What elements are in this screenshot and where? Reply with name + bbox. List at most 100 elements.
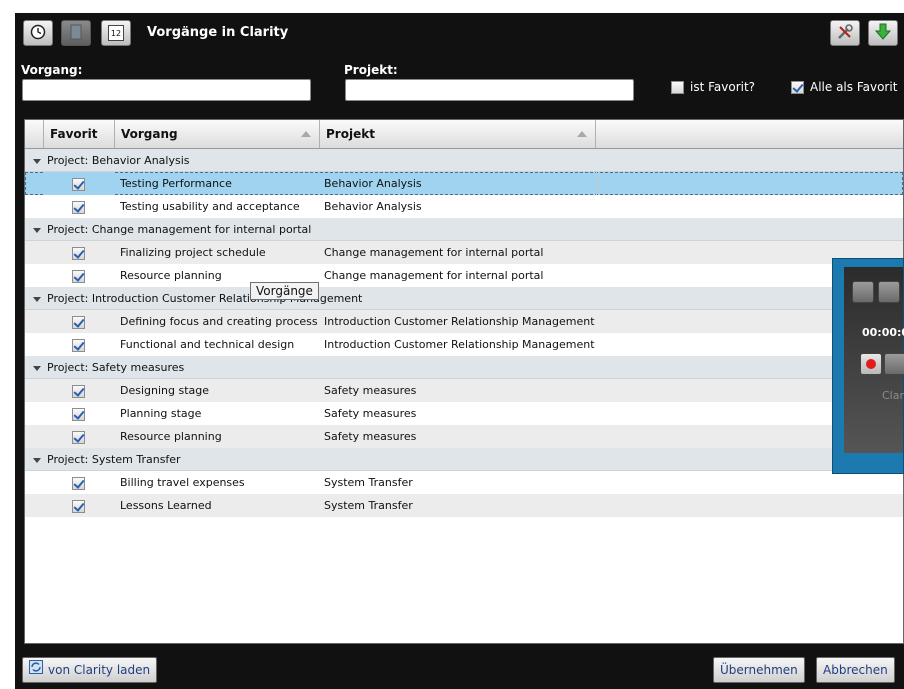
projekt-cell: Safety measures (324, 407, 417, 420)
favorite-checkbox[interactable] (71, 246, 85, 260)
mini-record-button[interactable] (860, 353, 882, 375)
table-row[interactable]: Resource planning Change management for … (25, 264, 903, 287)
vorgaenge-grid: Favorit Vorgang Projekt Project: Behavio… (24, 119, 904, 644)
document-button[interactable] (61, 20, 91, 46)
calendar-day-text: 12 (110, 29, 122, 38)
cancel-button[interactable]: Abbrechen (816, 657, 895, 683)
tools-button[interactable] (830, 20, 860, 46)
load-from-clarity-label: von Clarity laden (48, 663, 151, 677)
download-button[interactable] (868, 20, 898, 46)
vorgang-cell: Defining focus and creating process (120, 315, 318, 328)
vorgang-cell: Finalizing project schedule (120, 246, 266, 259)
group-row[interactable]: Project: Change management for internal … (25, 218, 903, 241)
table-row[interactable]: Testing Performance Behavior Analysis (25, 172, 903, 195)
column-header-vorgang[interactable]: Vorgang (114, 120, 319, 148)
grid-body: Project: Behavior Analysis Testing Perfo… (25, 149, 903, 517)
group-row[interactable]: Project: Behavior Analysis (25, 149, 903, 172)
alle-favorit-checkbox[interactable] (791, 80, 804, 94)
mini-clarity-label: Clarity (882, 389, 904, 402)
calendar-icon: 12 (108, 25, 124, 41)
favorite-checkbox[interactable] (71, 407, 85, 421)
collapse-triangle-icon (33, 227, 41, 233)
group-label: Project: Change management for internal … (47, 223, 312, 236)
load-from-clarity-button[interactable]: von Clarity laden (22, 657, 158, 683)
calendar-button[interactable]: 12 (101, 20, 131, 46)
column-header-projekt-label: Projekt (326, 127, 375, 141)
projekt-cell: Change management for internal portal (324, 269, 544, 282)
table-row[interactable]: Functional and technical design Introduc… (25, 333, 903, 356)
column-header-favorit[interactable]: Favorit (43, 120, 114, 148)
table-row[interactable]: Resource planning Safety measures (25, 425, 903, 448)
window-title: Vorgänge in Clarity (147, 25, 289, 40)
alle-favorit-label: Alle als Favorit (810, 80, 898, 94)
mini-document-button[interactable] (878, 281, 900, 303)
document-icon (69, 24, 83, 43)
vorgang-cell: Designing stage (120, 384, 210, 397)
record-icon (866, 359, 876, 369)
favorite-cell (43, 195, 113, 218)
favorite-checkbox[interactable] (71, 384, 85, 398)
projekt-cell: Behavior Analysis (324, 177, 422, 190)
projekt-input[interactable] (345, 79, 634, 101)
table-row[interactable]: Lessons Learned System Transfer (25, 494, 903, 517)
mini-timer-button[interactable] (852, 281, 874, 303)
favorite-checkbox[interactable] (71, 269, 85, 283)
download-arrow-icon (874, 23, 892, 44)
favorite-checkbox[interactable] (71, 499, 85, 513)
projekt-cell: System Transfer (324, 476, 413, 489)
table-row[interactable]: Testing usability and acceptance Behavio… (25, 195, 903, 218)
projekt-cell: Safety measures (324, 430, 417, 443)
vorgang-cell: Testing Performance (120, 177, 232, 190)
favorite-cell (43, 310, 113, 333)
favorite-checkbox[interactable] (71, 200, 85, 214)
collapse-triangle-icon (33, 296, 41, 302)
favorite-cell (43, 471, 113, 494)
favorite-checkbox[interactable] (71, 430, 85, 444)
apply-button[interactable]: Übernehmen (713, 657, 805, 683)
column-header-projekt[interactable]: Projekt (319, 120, 595, 148)
column-header-empty (595, 120, 903, 148)
group-label: Project: System Transfer (47, 453, 181, 466)
collapse-triangle-icon (33, 158, 41, 164)
projekt-cell: Safety measures (324, 384, 417, 397)
vorgang-label: Vorgang: (21, 63, 83, 77)
ist-favorit-option[interactable]: ist Favorit? (671, 80, 755, 94)
ist-favorit-checkbox[interactable] (671, 80, 684, 94)
table-row[interactable]: Defining focus and creating process Intr… (25, 310, 903, 333)
table-row[interactable]: Designing stage Safety measures (25, 379, 903, 402)
mini-stop-button[interactable] (884, 353, 904, 375)
table-row[interactable]: Billing travel expenses System Transfer (25, 471, 903, 494)
group-row[interactable]: Project: Safety measures (25, 356, 903, 379)
vorgang-cell: Testing usability and acceptance (120, 200, 300, 213)
vorgang-cell: Billing travel expenses (120, 476, 245, 489)
apply-label: Übernehmen (720, 663, 798, 677)
vorgang-cell: Resource planning (120, 269, 222, 282)
sort-asc-icon (301, 131, 311, 137)
timer-button[interactable] (23, 20, 53, 46)
projekt-cell: Introduction Customer Relationship Manag… (324, 315, 595, 328)
favorite-cell (43, 264, 113, 287)
group-row[interactable]: Project: System Transfer (25, 448, 903, 471)
projekt-cell: Introduction Customer Relationship Manag… (324, 338, 595, 351)
favorite-cell (43, 333, 113, 356)
cancel-label: Abbrechen (823, 663, 888, 677)
collapse-triangle-icon (33, 365, 41, 371)
vorgang-input[interactable] (22, 79, 311, 101)
group-label: Project: Safety measures (47, 361, 185, 374)
clock-icon (30, 24, 46, 43)
table-row[interactable]: Finalizing project schedule Change manag… (25, 241, 903, 264)
grid-header: Favorit Vorgang Projekt (25, 120, 903, 149)
favorite-checkbox[interactable] (71, 315, 85, 329)
refresh-icon (29, 658, 43, 682)
favorite-checkbox[interactable] (71, 338, 85, 352)
sort-asc-icon (577, 131, 587, 137)
vorgang-cell: Functional and technical design (120, 338, 295, 351)
favorite-checkbox[interactable] (71, 177, 85, 191)
favorite-cell (43, 241, 113, 264)
favorite-cell (43, 425, 113, 448)
favorite-checkbox[interactable] (71, 476, 85, 490)
group-row[interactable]: Project: Introduction Customer Relations… (25, 287, 903, 310)
table-row[interactable]: Planning stage Safety measures (25, 402, 903, 425)
mini-timer-widget: 00:00:0 Clarity (832, 258, 904, 474)
alle-favorit-option[interactable]: Alle als Favorit (791, 80, 897, 94)
